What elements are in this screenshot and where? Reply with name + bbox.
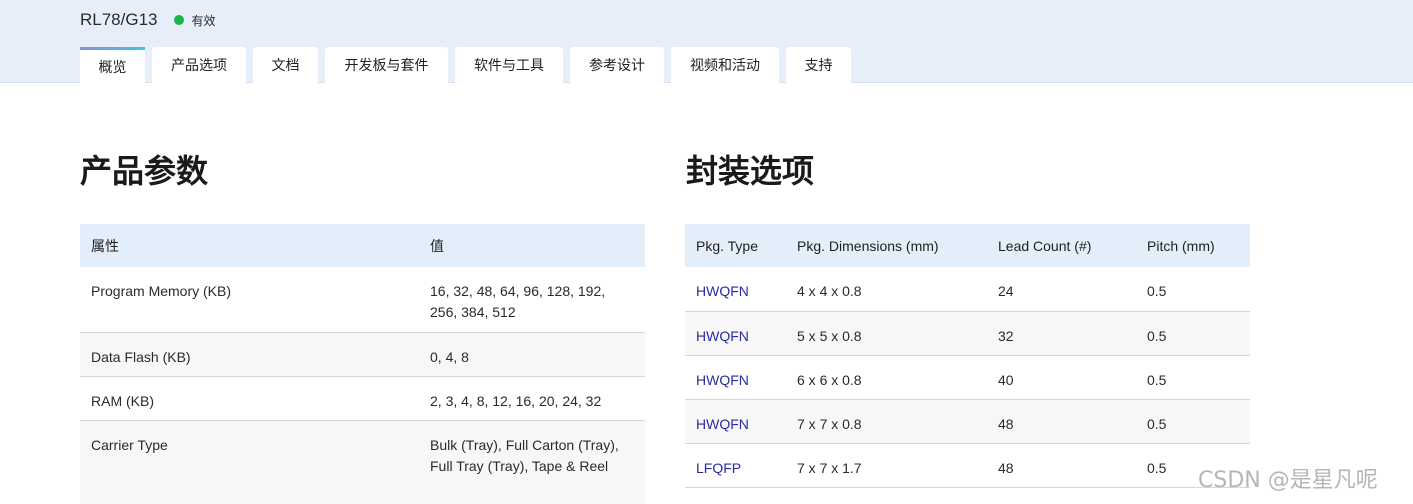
table-row: Data Flash (KB) 0, 4, 8 [80, 332, 645, 377]
watermark: CSDN @是星凡呢 [1198, 468, 1378, 493]
product-title-row: RL78/G13 有效 [80, 10, 216, 30]
pkg-dimensions: 5 x 5 x 0.8 [786, 311, 987, 356]
table-row: LFQFP 7 x 7 x 1.7 48 0.5 [685, 443, 1250, 488]
pkg-pitch: 0.5 [1136, 311, 1250, 356]
table-row: Program Memory (KB) 16, 32, 48, 64, 96, … [80, 267, 645, 333]
tab-product-options[interactable]: 产品选项 [152, 47, 246, 83]
table-row: RAM (KB) 2, 3, 4, 8, 12, 16, 20, 24, 32 [80, 376, 645, 421]
tab-videos-events[interactable]: 视频和活动 [671, 47, 779, 83]
table-row: HWQFN 5 x 5 x 0.8 32 0.5 [685, 311, 1250, 356]
params-table: 属性 值 Program Memory (KB) 16, 32, 48, 64,… [80, 224, 645, 504]
column-header-attribute: 属性 [80, 224, 419, 267]
tab-overview[interactable]: 概览 [80, 47, 145, 83]
table-row: HWQFN 4 x 4 x 0.8 24 0.5 [685, 267, 1250, 312]
packages-table: Pkg. Type Pkg. Dimensions (mm) Lead Coun… [685, 224, 1250, 488]
param-attr: Carrier Type [80, 420, 419, 504]
pkg-pitch: 0.5 [1136, 267, 1250, 312]
column-header-lead-count: Lead Count (#) [987, 224, 1136, 267]
table-header-row: Pkg. Type Pkg. Dimensions (mm) Lead Coun… [685, 224, 1250, 267]
param-value: 2, 3, 4, 8, 12, 16, 20, 24, 32 [419, 376, 645, 421]
product-header: RL78/G13 有效 概览 产品选项 文档 开发板与套件 软件与工具 参考设计… [0, 0, 1413, 83]
table-header-row: 属性 值 [80, 224, 645, 267]
table-row: HWQFN 6 x 6 x 0.8 40 0.5 [685, 355, 1250, 400]
pkg-pitch: 0.5 [1136, 399, 1250, 444]
param-value: 0, 4, 8 [419, 332, 645, 377]
param-attr: RAM (KB) [80, 376, 419, 421]
pkg-dimensions: 7 x 7 x 0.8 [786, 399, 987, 444]
pkg-lead-count: 32 [987, 311, 1136, 356]
table-row: Carrier Type Bulk (Tray), Full Carton (T… [80, 420, 645, 504]
pkg-dimensions: 7 x 7 x 1.7 [786, 443, 987, 488]
tab-boards-kits[interactable]: 开发板与套件 [325, 47, 448, 83]
pkg-dimensions: 6 x 6 x 0.8 [786, 355, 987, 400]
pkg-lead-count: 40 [987, 355, 1136, 400]
pkg-type-link[interactable]: HWQFN [685, 267, 786, 312]
pkg-type-link[interactable]: HWQFN [685, 311, 786, 356]
pkg-pitch: 0.5 [1136, 355, 1250, 400]
packages-title: 封装选项 [686, 152, 815, 190]
params-title: 产品参数 [80, 152, 209, 190]
pkg-lead-count: 48 [987, 399, 1136, 444]
pkg-lead-count: 24 [987, 267, 1136, 312]
tab-documents[interactable]: 文档 [253, 47, 318, 83]
param-attr: Data Flash (KB) [80, 332, 419, 377]
column-header-pkg-type: Pkg. Type [685, 224, 786, 267]
column-header-value: 值 [419, 224, 645, 267]
param-value: 16, 32, 48, 64, 96, 128, 192, 256, 384, … [419, 267, 645, 333]
pkg-dimensions: 4 x 4 x 0.8 [786, 267, 987, 312]
column-header-pitch: Pitch (mm) [1136, 224, 1250, 267]
param-value: Bulk (Tray), Full Carton (Tray), Full Tr… [419, 420, 645, 504]
table-row: HWQFN 7 x 7 x 0.8 48 0.5 [685, 399, 1250, 444]
pkg-type-link[interactable]: HWQFN [685, 399, 786, 444]
product-name: RL78/G13 [80, 10, 158, 29]
tab-bar: 概览 产品选项 文档 开发板与套件 软件与工具 参考设计 视频和活动 支持 [80, 47, 858, 83]
status-label: 有效 [191, 13, 216, 28]
param-attr: Program Memory (KB) [80, 267, 419, 333]
status-dot-icon [173, 15, 184, 25]
pkg-type-link[interactable]: LFQFP [685, 443, 786, 488]
pkg-lead-count: 48 [987, 443, 1136, 488]
column-header-pkg-dimensions: Pkg. Dimensions (mm) [786, 224, 987, 267]
tab-software-tools[interactable]: 软件与工具 [455, 47, 563, 83]
pkg-type-link[interactable]: HWQFN [685, 355, 786, 400]
tab-reference-designs[interactable]: 参考设计 [570, 47, 664, 83]
tab-support[interactable]: 支持 [786, 47, 851, 83]
